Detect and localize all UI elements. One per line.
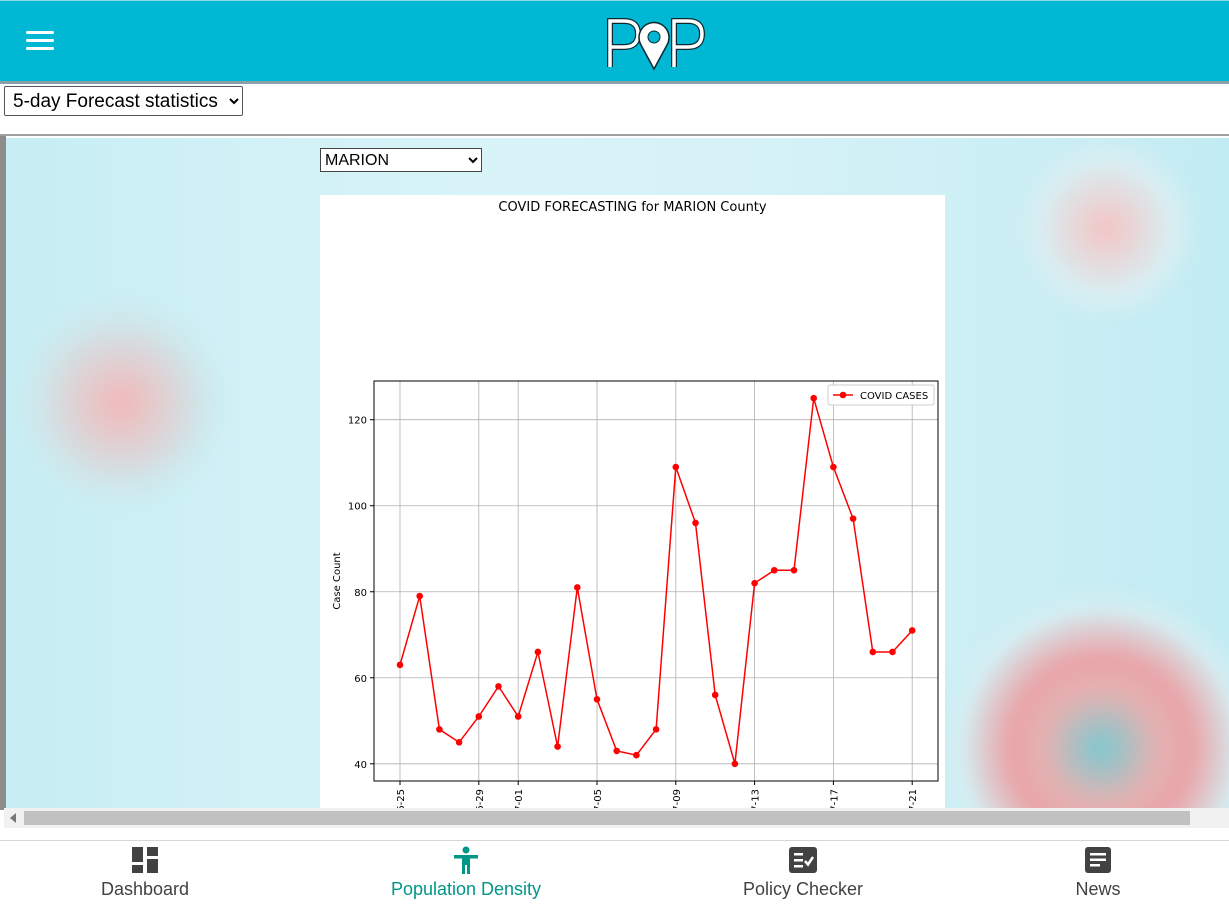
- nav-news[interactable]: News: [1048, 841, 1148, 911]
- data-point: [731, 760, 739, 768]
- pop-logo: [607, 18, 706, 71]
- forecast-chart: COVID FORECASTING for MARION County 40 60…: [320, 195, 945, 808]
- data-point: [554, 743, 561, 750]
- data-point: [849, 515, 857, 522]
- data-point: [495, 683, 502, 690]
- chart-legend: COVID CASES: [827, 384, 935, 406]
- data-point: [475, 713, 483, 720]
- x-tick-labels: 06-25 06-29 07-01 07-05 07-09 07-13 07-17 07-21: [396, 789, 919, 808]
- app-header: [0, 0, 1229, 82]
- x-tick-label: 06-25: [396, 789, 407, 808]
- scroll-left-arrow-icon[interactable]: [10, 813, 16, 823]
- nav-population-density-label: Population Density: [390, 879, 542, 899]
- x-tick-label: 07-21: [908, 789, 919, 808]
- x-tick-label: 07-01: [514, 789, 525, 808]
- data-point: [436, 726, 443, 733]
- county-select[interactable]: MARION: [320, 148, 482, 172]
- data-point: [514, 713, 522, 720]
- data-point: [711, 691, 719, 699]
- data-point: [889, 648, 896, 656]
- scrollbar-thumb[interactable]: [24, 811, 1190, 825]
- y-tick-label: 60: [354, 674, 367, 685]
- virus-background-image: [941, 588, 1229, 808]
- data-point: [692, 519, 699, 527]
- news-icon: [1085, 847, 1111, 873]
- content-frame[interactable]: MARION COVID FORECASTING for MARION Coun…: [6, 138, 1229, 808]
- nav-policy-checker[interactable]: Policy Checker: [728, 841, 878, 911]
- data-point: [810, 394, 817, 402]
- x-tick-label: 07-05: [593, 789, 604, 808]
- data-point: [396, 661, 404, 669]
- virus-background-image: [16, 298, 226, 508]
- legend-marker: [839, 391, 847, 399]
- line-chart: 40 60 80 100 120 Case Count 06-25 06-29 07-01 07-…: [332, 380, 939, 808]
- data-point: [593, 695, 601, 703]
- person-icon: [454, 846, 478, 874]
- y-tick-label: 120: [348, 416, 367, 427]
- checklist-icon: [789, 847, 817, 873]
- legend-label: COVID CASES: [860, 391, 928, 402]
- nav-policy-checker-label: Policy Checker: [742, 879, 864, 899]
- data-point: [633, 751, 640, 759]
- data-point: [672, 463, 680, 471]
- x-tick-label: 07-09: [672, 789, 683, 808]
- data-point: [771, 566, 778, 574]
- data-point: [534, 648, 542, 656]
- controls-bar: 5-day Forecast statistics: [0, 84, 1229, 136]
- dashboard-icon: [132, 847, 158, 873]
- nav-news-label: News: [1075, 879, 1121, 899]
- data-point: [790, 566, 798, 574]
- data-point: [869, 648, 877, 656]
- data-point: [455, 738, 463, 746]
- series-line: [399, 397, 913, 765]
- data-point: [416, 592, 423, 600]
- horizontal-scrollbar[interactable]: [4, 808, 1229, 828]
- y-tick-label: 40: [354, 760, 367, 771]
- x-tick-label: 07-17: [829, 789, 840, 808]
- data-point: [652, 726, 660, 733]
- virus-background-image: [1006, 138, 1206, 318]
- bottom-navigation: Dashboard Population Density Policy Chec…: [0, 840, 1229, 911]
- nav-dashboard-label: Dashboard: [100, 879, 190, 899]
- data-point: [830, 463, 837, 471]
- x-tick-label: 07-13: [751, 789, 762, 808]
- data-point: [751, 579, 758, 587]
- nav-population-density[interactable]: Population Density: [380, 841, 552, 911]
- data-point: [908, 627, 916, 634]
- y-tick-label: 100: [348, 502, 367, 513]
- y-axis-label: Case Count: [332, 552, 343, 609]
- x-tick-label: 06-29: [475, 789, 486, 808]
- data-point: [613, 747, 620, 755]
- nav-dashboard[interactable]: Dashboard: [85, 841, 205, 911]
- y-tick-label: 80: [354, 588, 367, 599]
- hamburger-menu-icon[interactable]: [24, 27, 56, 55]
- forecast-type-select[interactable]: 5-day Forecast statistics: [4, 86, 243, 116]
- data-point: [574, 584, 581, 591]
